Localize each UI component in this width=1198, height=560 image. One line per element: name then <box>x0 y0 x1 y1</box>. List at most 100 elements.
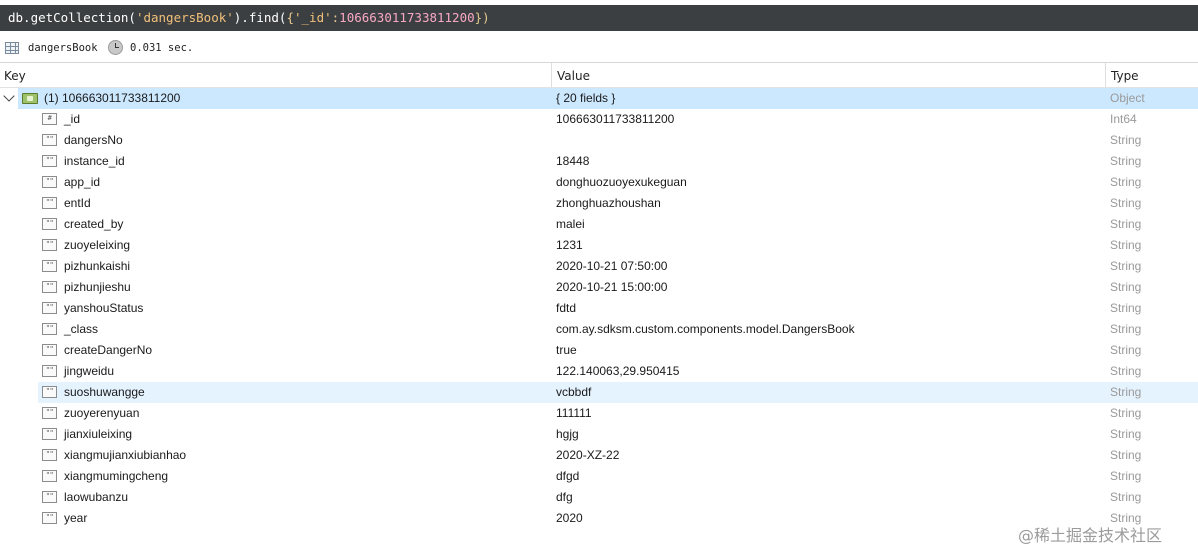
field-row[interactable]: "" pizhunkaishi 2020-10-21 07:50:00 String <box>0 256 1198 277</box>
field-row-content: "" zuoyeleixing 1231 String <box>0 235 1198 256</box>
field-type: String <box>1110 217 1142 231</box>
field-key: xiangmumingcheng <box>64 469 169 483</box>
field-row[interactable]: "" created_by malei String <box>0 214 1198 235</box>
field-value: vcbbdf <box>556 385 592 399</box>
field-row[interactable]: "" _class com.ay.sdksm.custom.components.m… <box>0 319 1198 340</box>
field-row[interactable]: "" suoshuwangge vcbbdf String <box>38 382 1198 403</box>
table-icon <box>5 42 19 54</box>
query-editor[interactable]: db.getCollection('dangersBook').find({'_… <box>0 5 1198 31</box>
field-row[interactable]: "" xiangmumingcheng dfgd String <box>0 466 1198 487</box>
string-type-icon: "" <box>42 281 57 293</box>
field-key: dangersNo <box>64 133 123 147</box>
column-header-type[interactable]: Type <box>1111 69 1139 83</box>
column-header-key[interactable]: Key <box>4 69 26 83</box>
field-row[interactable]: "" createDangerNo true String <box>0 340 1198 361</box>
field-row-content: "" app_id donghuozuoyexukeguan String <box>0 172 1198 193</box>
field-row[interactable]: "" yanshouStatus fdtd String <box>0 298 1198 319</box>
field-row[interactable]: "" laowubanzu dfg String <box>0 487 1198 508</box>
document-key: (1) 106663011733811200 <box>44 91 181 105</box>
field-type: String <box>1110 301 1142 315</box>
field-type: String <box>1110 364 1142 378</box>
collection-name: dangersBook <box>28 42 98 54</box>
field-value: dfg <box>556 490 573 504</box>
string-type-icon: "" <box>42 449 57 461</box>
query-text[interactable]: db.getCollection('dangersBook').find({'_… <box>8 10 490 26</box>
query-prefix: db.getCollection( <box>8 10 136 25</box>
field-row[interactable]: "" jianxiuleixing hgjg String <box>0 424 1198 445</box>
field-row[interactable]: "" instance_id 18448 String <box>0 151 1198 172</box>
field-key: app_id <box>64 175 101 189</box>
document-icon <box>22 93 38 104</box>
field-value: 106663011733811200 <box>556 112 675 126</box>
field-type: String <box>1110 490 1142 504</box>
field-row-content: # _id 106663011733811200 Int64 <box>0 109 1198 130</box>
field-value: 2020 <box>556 511 583 525</box>
field-key: _id <box>64 112 81 126</box>
field-row[interactable]: "" zuoyeleixing 1231 String <box>0 235 1198 256</box>
field-key: laowubanzu <box>64 490 129 504</box>
field-row-content: "" pizhunjieshu 2020-10-21 15:00:00 String <box>0 277 1198 298</box>
field-row[interactable]: # _id 106663011733811200 Int64 <box>0 109 1198 130</box>
field-key: yanshouStatus <box>64 301 144 315</box>
field-row-content: "" xiangmumingcheng dfgd String <box>0 466 1198 487</box>
field-type: String <box>1110 133 1142 147</box>
field-row-content: "" suoshuwangge vcbbdf String <box>0 382 1198 403</box>
field-key: zuoyerenyuan <box>64 406 140 420</box>
field-row[interactable]: "" jingweidu 122.140063,29.950415 String <box>0 361 1198 382</box>
string-type-icon: "" <box>42 197 57 209</box>
field-type: Int64 <box>1110 112 1137 126</box>
column-divider[interactable] <box>551 63 552 87</box>
field-row-content: "" dangersNo String <box>0 130 1198 151</box>
field-key: entId <box>64 196 91 210</box>
field-type: String <box>1110 343 1142 357</box>
field-row-content: "" xiangmujianxiubianhao 2020-XZ-22 String <box>0 445 1198 466</box>
field-key: createDangerNo <box>64 343 153 357</box>
field-row-content: "" yanshouStatus fdtd String <box>0 298 1198 319</box>
string-type-icon: "" <box>42 365 57 377</box>
string-type-icon: "" <box>42 323 57 335</box>
document-row-content[interactable]: (1) 106663011733811200 { 20 fields } Obj… <box>0 88 1198 109</box>
field-row[interactable]: "" dangersNo String <box>0 130 1198 151</box>
field-key: _class <box>64 322 99 336</box>
document-value: { 20 fields } <box>556 91 616 105</box>
query-brace-close: }) <box>474 10 490 25</box>
string-type-icon: "" <box>42 239 57 251</box>
field-type: String <box>1110 280 1142 294</box>
string-type-icon: "" <box>42 218 57 230</box>
field-value: 122.140063,29.950415 <box>556 364 680 378</box>
field-row[interactable]: "" zuoyerenyuan 111111 String <box>0 403 1198 424</box>
field-row[interactable]: "" app_id donghuozuoyexukeguan String <box>0 172 1198 193</box>
number-type-icon: # <box>42 113 57 125</box>
field-type: String <box>1110 259 1142 273</box>
field-row-content: "" jianxiuleixing hgjg String <box>0 424 1198 445</box>
field-value: 2020-XZ-22 <box>556 448 620 462</box>
field-value: malei <box>556 217 585 231</box>
string-type-icon: "" <box>42 302 57 314</box>
field-row-content: "" _class com.ay.sdksm.custom.components.m… <box>0 319 1198 340</box>
field-row[interactable]: "" xiangmujianxiubianhao 2020-XZ-22 String <box>0 445 1198 466</box>
query-time: 0.031 sec. <box>130 42 194 54</box>
query-filter-value: 106663011733811200 <box>339 10 475 25</box>
chevron-down-icon[interactable] <box>3 90 15 102</box>
column-header-value[interactable]: Value <box>557 69 590 83</box>
field-value: 2020-10-21 15:00:00 <box>556 280 668 294</box>
field-type: String <box>1110 385 1142 399</box>
string-type-icon: "" <box>42 428 57 440</box>
field-row[interactable]: "" entId zhonghuazhoushan String <box>0 193 1198 214</box>
column-divider[interactable] <box>1105 63 1106 87</box>
field-value: hgjg <box>556 427 579 441</box>
field-key: xiangmujianxiubianhao <box>64 448 187 462</box>
field-row-content: "" zuoyerenyuan 111111 String <box>0 403 1198 424</box>
field-key: created_by <box>64 217 124 231</box>
field-row[interactable]: "" pizhunjieshu 2020-10-21 15:00:00 String <box>0 277 1198 298</box>
string-type-icon: "" <box>42 176 57 188</box>
field-type: String <box>1110 322 1142 336</box>
field-value: donghuozuoyexukeguan <box>556 175 687 189</box>
field-row-content: "" laowubanzu dfg String <box>0 487 1198 508</box>
clock-icon <box>108 40 123 55</box>
query-filter-key: '_id' <box>294 10 332 25</box>
field-row-content: "" createDangerNo true String <box>0 340 1198 361</box>
column-header: Key Value Type <box>0 63 1198 88</box>
string-type-icon: "" <box>42 407 57 419</box>
string-type-icon: "" <box>42 491 57 503</box>
